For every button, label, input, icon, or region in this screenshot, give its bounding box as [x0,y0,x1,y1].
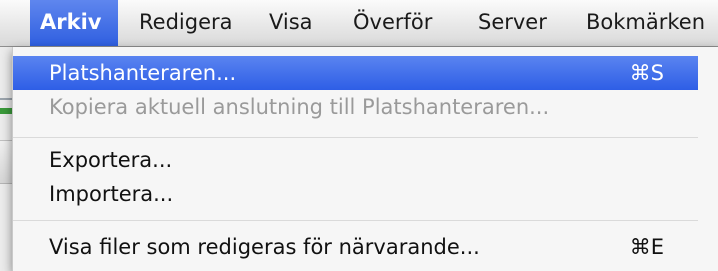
menu-item-platshanteraren[interactable]: Platshanteraren... ⌘S [13,56,698,90]
menu-item-label: Exportera... [49,148,173,172]
menu-arkiv[interactable]: Arkiv [30,0,118,46]
menu-separator [13,220,698,221]
arkiv-dropdown-menu: Platshanteraren... ⌘S Kopiera aktuell an… [12,47,718,271]
menu-bar: Arkiv Redigera Visa Överför Server Bokmä… [0,0,718,47]
menu-item-visa-redigerade-filer[interactable]: Visa filer som redigeras för närvarande.… [13,230,698,264]
menu-bokmarken[interactable]: Bokmärken [576,0,715,46]
menu-item-exportera[interactable]: Exportera... [13,143,698,177]
menu-item-kopiera-anslutning: Kopiera aktuell anslutning till Platshan… [13,90,698,124]
menu-separator [13,137,698,138]
menu-visa[interactable]: Visa [259,0,323,46]
menu-item-shortcut: ⌘E [629,235,664,259]
menu-overfor[interactable]: Överför [343,0,442,46]
menu-redigera[interactable]: Redigera [129,0,243,46]
menu-item-label: Visa filer som redigeras för närvarande.… [49,235,480,259]
menu-item-importera[interactable]: Importera... [13,177,698,211]
menu-item-shortcut: ⌘S [629,61,664,85]
menu-item-label: Platshanteraren... [49,61,237,85]
menu-server[interactable]: Server [468,0,557,46]
menu-item-label: Importera... [49,182,174,206]
menu-item-label: Kopiera aktuell anslutning till Platshan… [49,95,550,119]
